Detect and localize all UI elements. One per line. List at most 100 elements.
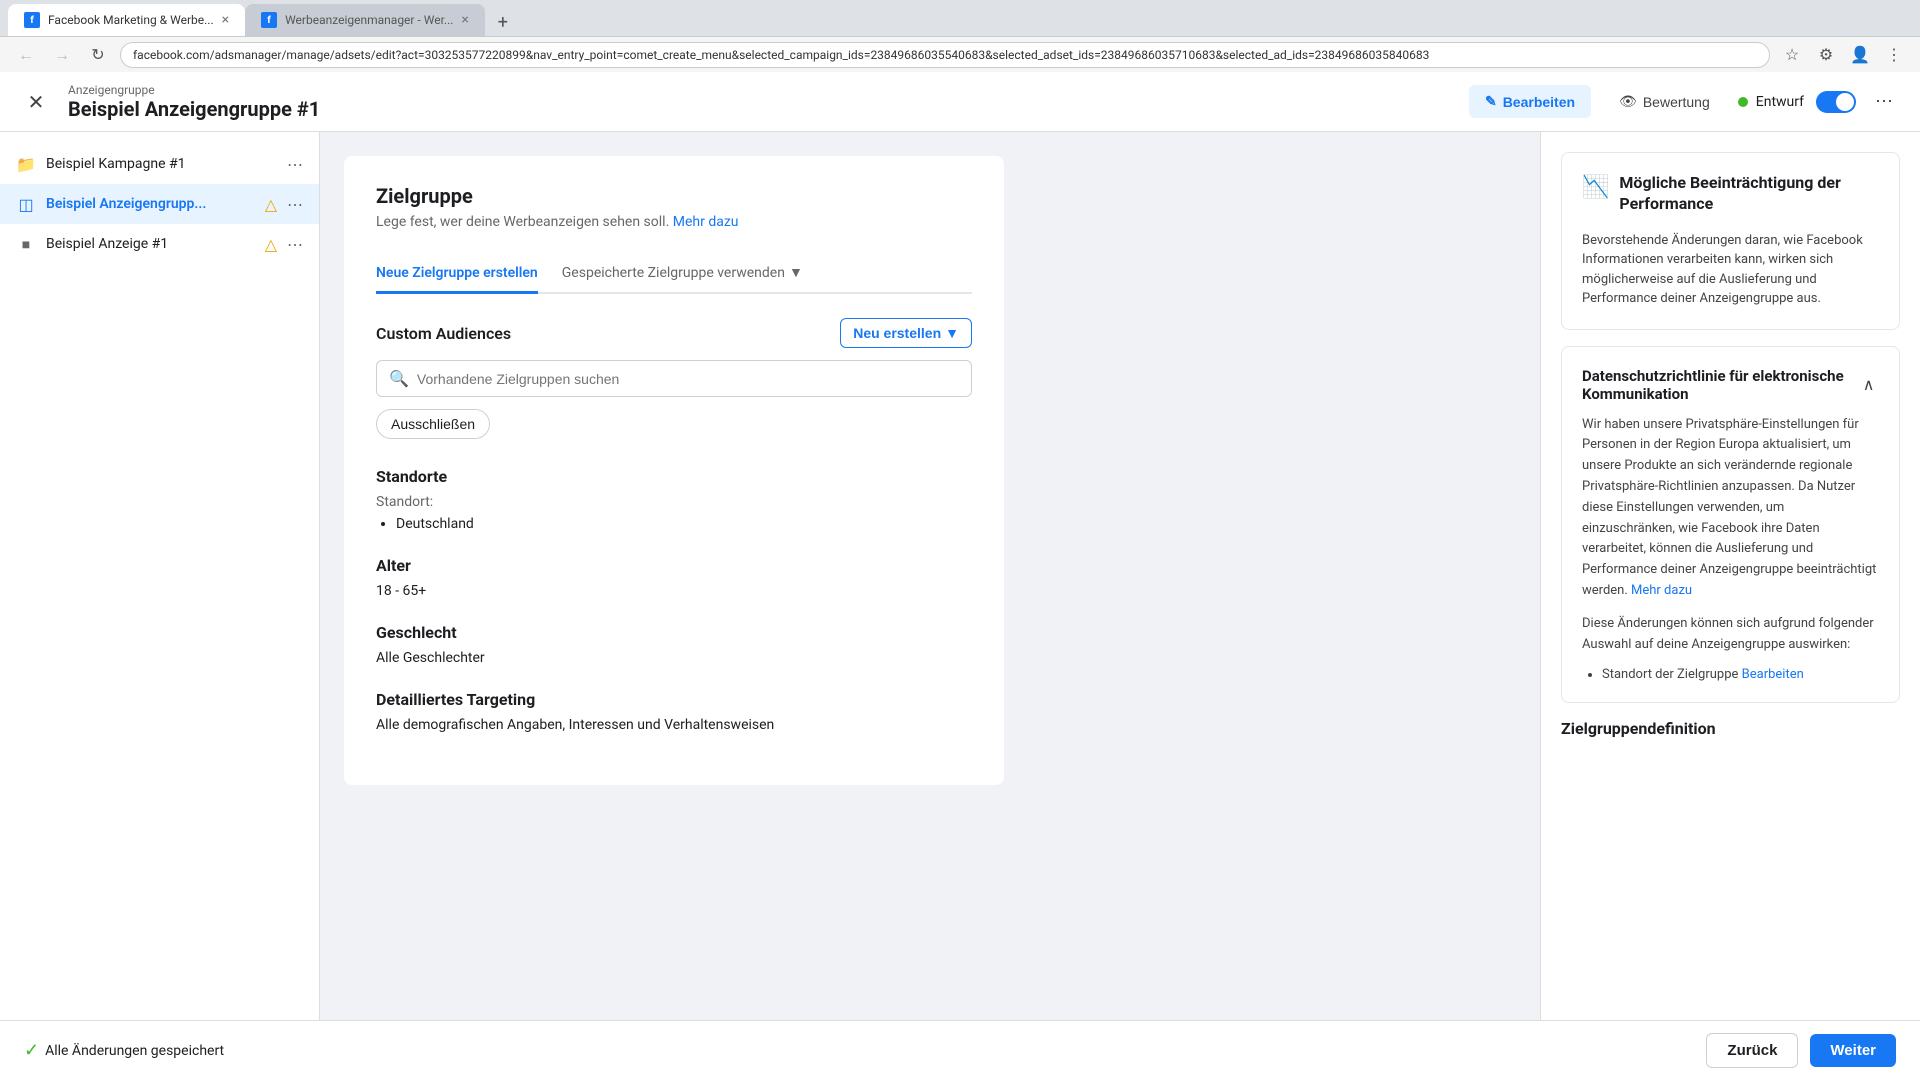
- browser-tab-inactive[interactable]: f Werbeanzeigenmanager - Wer... ×: [245, 4, 485, 36]
- tab-row: Neue Zielgruppe erstellen Gespeicherte Z…: [376, 254, 972, 294]
- ad-icon: ■: [22, 236, 30, 253]
- reload-button[interactable]: ↻: [84, 41, 112, 69]
- tab-title-2: Werbeanzeigenmanager - Wer...: [285, 13, 453, 27]
- header: ✕ Anzeigengruppe Beispiel Anzeigengruppe…: [0, 72, 1920, 132]
- performance-card: 📉 Mögliche Beeinträchtigung der Performa…: [1561, 152, 1900, 330]
- bearbeiten-label: Bearbeiten: [1503, 94, 1575, 110]
- section-title: Zielgruppe: [376, 184, 972, 208]
- datenschutz-mehr-dazu-link[interactable]: Mehr dazu: [1631, 583, 1692, 598]
- adset-warning-icon: △: [265, 195, 277, 214]
- right-panel: 📉 Mögliche Beeinträchtigung der Performa…: [1540, 132, 1920, 1020]
- geschlecht-section: Geschlecht Alle Geschlechter: [376, 623, 972, 666]
- address-bar[interactable]: facebook.com/adsmanager/manage/adsets/ed…: [120, 42, 1770, 68]
- saved-message: ✓ Alle Änderungen gespeichert: [24, 1040, 224, 1061]
- pencil-icon: ✎: [1485, 93, 1497, 110]
- standorte-section: Standorte Standort: Deutschland: [376, 467, 972, 532]
- bewertung-label: Bewertung: [1643, 94, 1710, 110]
- tab-title-1: Facebook Marketing & Werbe...: [48, 13, 214, 27]
- tab-close-2[interactable]: ×: [461, 12, 468, 28]
- bookmark-icon[interactable]: ☆: [1778, 41, 1806, 69]
- status-dot: [1738, 97, 1748, 107]
- bewertung-button[interactable]: 👁 Bewertung: [1603, 85, 1726, 118]
- back-button[interactable]: ←: [12, 41, 40, 69]
- sidebar-item-adset[interactable]: ◫ Beispiel Anzeigengrupp... △ ⋯: [0, 184, 319, 224]
- zuruck-label: Zurück: [1727, 1042, 1777, 1059]
- targeting-label: Detailliertes Targeting: [376, 690, 972, 709]
- bearbeiten-button[interactable]: ✎ Bearbeiten: [1469, 85, 1591, 118]
- performance-header: 📉 Mögliche Beeinträchtigung der Performa…: [1582, 173, 1879, 215]
- impact-item-link[interactable]: Bearbeiten: [1742, 667, 1804, 682]
- campaign-more-icon[interactable]: ⋯: [287, 155, 303, 174]
- grid-icon: ◫: [18, 195, 33, 214]
- tab-saved-label: Gespeicherte Zielgruppe verwenden: [562, 265, 785, 281]
- ausschliessen-button[interactable]: Ausschließen: [376, 409, 490, 439]
- header-title: Beispiel Anzeigengruppe #1: [68, 97, 320, 121]
- datenschutz-header: Datenschutzrichtlinie für elektronische …: [1582, 367, 1879, 403]
- zielgruppe-preview-title: Zielgruppendefinition: [1561, 719, 1900, 738]
- close-button[interactable]: ✕: [20, 86, 52, 118]
- alter-section: Alter 18 - 65+: [376, 556, 972, 599]
- standorte-sublabel: Standort:: [376, 494, 972, 510]
- status-entwurf: Entwurf: [1738, 94, 1804, 110]
- mehr-dazu-link[interactable]: Mehr dazu: [673, 214, 739, 230]
- standorte-label: Standorte: [376, 467, 972, 486]
- body-layout: 📁 Beispiel Kampagne #1 ⋯ ◫ Beispiel Anze…: [0, 132, 1920, 1020]
- tab-new-zielgruppe[interactable]: Neue Zielgruppe erstellen: [376, 254, 538, 294]
- search-icon: 🔍: [389, 369, 409, 388]
- sidebar-item-campaign[interactable]: 📁 Beispiel Kampagne #1 ⋯: [0, 144, 319, 184]
- section-desc-text: Lege fest, wer deine Werbeanzeigen sehen…: [376, 214, 669, 230]
- status-label: Entwurf: [1756, 94, 1804, 110]
- impact-item: Standort der Zielgruppe Bearbeiten: [1602, 667, 1879, 682]
- address-text: facebook.com/adsmanager/manage/adsets/ed…: [133, 48, 1429, 62]
- extension-icon[interactable]: ⚙: [1812, 41, 1840, 69]
- zuruck-button[interactable]: Zurück: [1706, 1033, 1798, 1068]
- new-tab-button[interactable]: +: [489, 8, 517, 36]
- saved-msg-text: Alle Änderungen gespeichert: [45, 1043, 224, 1059]
- tab-favicon-1: f: [24, 12, 40, 28]
- header-title-block: Anzeigengruppe Beispiel Anzeigengruppe #…: [68, 83, 320, 121]
- datenschutz-text1-content: Wir haben unsere Privatsphäre-Einstellun…: [1582, 417, 1876, 598]
- ad-warning-icon: △: [265, 235, 277, 254]
- ad-icon-wrapper: ■: [16, 234, 36, 254]
- campaign-icon-wrapper: 📁: [16, 154, 36, 174]
- performance-desc: Bevorstehende Änderungen daran, wie Face…: [1582, 231, 1879, 309]
- tab-saved-zielgruppe[interactable]: Gespeicherte Zielgruppe verwenden ▼: [562, 254, 803, 294]
- toggle-circle: [1836, 93, 1854, 111]
- impact-item-text: Standort der Zielgruppe: [1602, 667, 1738, 682]
- ad-more-icon[interactable]: ⋯: [287, 235, 303, 254]
- targeting-section: Detailliertes Targeting Alle demografisc…: [376, 690, 972, 733]
- browser-tab-active[interactable]: f Facebook Marketing & Werbe... ×: [8, 4, 245, 36]
- adset-more-icon[interactable]: ⋯: [287, 195, 303, 214]
- menu-icon[interactable]: ⋮: [1880, 41, 1908, 69]
- more-options-button[interactable]: ⋯: [1868, 86, 1900, 118]
- tab-close-1[interactable]: ×: [222, 12, 229, 28]
- targeting-value: Alle demografischen Angaben, Interessen …: [376, 717, 972, 733]
- geschlecht-value: Alle Geschlechter: [376, 650, 972, 666]
- performance-title: Mögliche Beeinträchtigung der Performanc…: [1619, 173, 1879, 215]
- neu-erstellen-button[interactable]: Neu erstellen ▼: [840, 318, 972, 348]
- search-box: 🔍: [376, 360, 972, 397]
- datenschutz-text1: Wir haben unsere Privatsphäre-Einstellun…: [1582, 415, 1879, 602]
- custom-audiences-title: Custom Audiences: [376, 324, 511, 343]
- sidebar-item-ad[interactable]: ■ Beispiel Anzeige #1 △ ⋯: [0, 224, 319, 264]
- geschlecht-label: Geschlecht: [376, 623, 972, 642]
- weiter-button[interactable]: Weiter: [1810, 1034, 1896, 1067]
- search-input[interactable]: [417, 371, 959, 387]
- adset-icon-wrapper: ◫: [16, 194, 36, 214]
- standort-item: Deutschland: [396, 516, 972, 532]
- forward-button[interactable]: →: [48, 41, 76, 69]
- standorte-list: Deutschland: [376, 516, 972, 532]
- campaign-item-name: Beispiel Kampagne #1: [46, 156, 277, 172]
- collapse-button[interactable]: ∧: [1858, 371, 1879, 399]
- adset-item-name: Beispiel Anzeigengrupp...: [46, 196, 255, 212]
- datenschutz-text2: Diese Änderungen können sich aufgrund fo…: [1582, 614, 1879, 656]
- sidebar: 📁 Beispiel Kampagne #1 ⋯ ◫ Beispiel Anze…: [0, 132, 320, 1020]
- tab-new-label: Neue Zielgruppe erstellen: [376, 265, 538, 281]
- chevron-down-icon: ▼: [789, 264, 803, 281]
- tab-favicon-2: f: [261, 12, 277, 28]
- section-desc: Lege fest, wer deine Werbeanzeigen sehen…: [376, 214, 972, 230]
- status-toggle[interactable]: [1816, 91, 1856, 113]
- alter-value: 18 - 65+: [376, 583, 972, 599]
- trend-icon: 📉: [1582, 175, 1609, 200]
- profile-icon[interactable]: 👤: [1846, 41, 1874, 69]
